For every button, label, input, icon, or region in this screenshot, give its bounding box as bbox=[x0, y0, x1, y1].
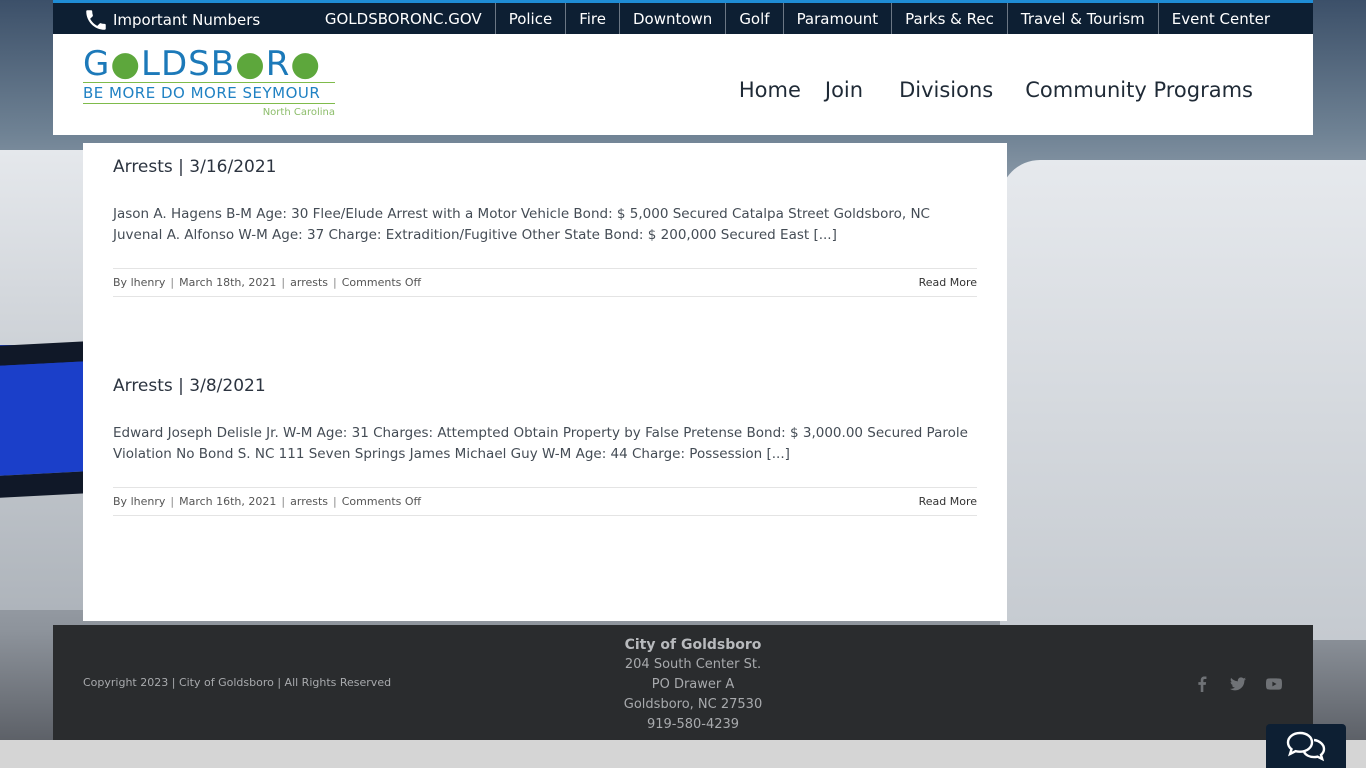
meta-category[interactable]: arrests bbox=[290, 495, 328, 508]
nav-community-programs[interactable]: Community Programs bbox=[1005, 76, 1253, 104]
background-car-door bbox=[1000, 160, 1366, 640]
post-title[interactable]: Arrests | 3/16/2021 bbox=[113, 155, 977, 179]
footer-address: City of Goldsboro 204 South Center St. P… bbox=[53, 635, 1333, 735]
meta-separator: | bbox=[170, 495, 175, 508]
youtube-icon[interactable] bbox=[1265, 675, 1283, 693]
posts-panel: Arrests | 3/16/2021 Jason A. Hagens B-M … bbox=[83, 143, 1007, 621]
meta-by: By bbox=[113, 495, 128, 508]
meta-separator: | bbox=[281, 276, 286, 289]
footer-address-line: Goldsboro, NC 27530 bbox=[623, 697, 763, 712]
meta-author[interactable]: lhenry bbox=[131, 276, 166, 289]
read-more-link[interactable]: Read More bbox=[919, 495, 977, 508]
read-more-link[interactable]: Read More bbox=[919, 276, 977, 289]
logo-state: North Carolina bbox=[262, 107, 335, 118]
meta-comments: Comments Off bbox=[341, 495, 422, 508]
facebook-icon[interactable] bbox=[1193, 675, 1211, 693]
nav-divisions[interactable]: Divisions bbox=[875, 76, 1005, 104]
footer-phone: 919-580-4239 bbox=[646, 717, 740, 732]
link-downtown[interactable]: Downtown bbox=[618, 3, 725, 34]
meta-separator: | bbox=[333, 276, 337, 289]
main-nav: Home Join Divisions Community Programs bbox=[727, 76, 1253, 104]
logo-wordmark: G●LDSB●R● bbox=[83, 44, 322, 84]
meta-category[interactable]: arrests bbox=[290, 276, 328, 289]
link-police[interactable]: Police bbox=[494, 3, 566, 34]
post-excerpt: Edward Joseph Delisle Jr. W-M Age: 31 Ch… bbox=[113, 425, 968, 462]
footer-address-line: 204 South Center St. bbox=[624, 657, 762, 672]
meta-separator: | bbox=[281, 495, 286, 508]
social-links bbox=[1193, 675, 1283, 693]
meta-date: March 16th, 2021 bbox=[179, 495, 277, 508]
chat-icon bbox=[1286, 731, 1326, 762]
site-footer: Copyright 2023 | City of Goldsboro | All… bbox=[53, 625, 1313, 740]
site-logo[interactable]: G●LDSB●R● BE MORE DO MORE SEYMOUR North … bbox=[83, 46, 335, 122]
post-item: Arrests | 3/8/2021 Edward Joseph Delisle… bbox=[113, 374, 977, 516]
link-fire[interactable]: Fire bbox=[565, 3, 619, 34]
post-item: Arrests | 3/16/2021 Jason A. Hagens B-M … bbox=[113, 155, 977, 297]
site-header: G●LDSB●R● BE MORE DO MORE SEYMOUR North … bbox=[53, 34, 1313, 135]
logo-tagline: BE MORE DO MORE SEYMOUR bbox=[83, 82, 335, 104]
link-golf[interactable]: Golf bbox=[725, 3, 782, 34]
post-title[interactable]: Arrests | 3/8/2021 bbox=[113, 374, 977, 398]
chat-widget-button[interactable] bbox=[1266, 724, 1346, 768]
link-parks-rec[interactable]: Parks & Rec bbox=[891, 3, 1007, 34]
link-travel-tourism[interactable]: Travel & Tourism bbox=[1006, 3, 1158, 34]
phone-icon bbox=[86, 10, 106, 30]
top-bar: Important Numbers GOLDSBORONC.GOV Police… bbox=[53, 0, 1313, 34]
link-paramount[interactable]: Paramount bbox=[782, 3, 892, 34]
nav-join[interactable]: Join bbox=[813, 76, 875, 104]
important-numbers-link[interactable]: Important Numbers bbox=[83, 6, 260, 34]
important-numbers-label: Important Numbers bbox=[113, 11, 261, 29]
link-goldsboronc-gov[interactable]: GOLDSBORONC.GOV bbox=[312, 3, 495, 34]
post-meta: By lhenry | March 16th, 2021 | arrests |… bbox=[113, 487, 977, 516]
utility-links: GOLDSBORONC.GOV Police Fire Downtown Gol… bbox=[312, 3, 1283, 34]
meta-author[interactable]: lhenry bbox=[131, 495, 166, 508]
footer-city: City of Goldsboro bbox=[624, 637, 762, 653]
footer-address-line: PO Drawer A bbox=[651, 677, 735, 692]
meta-by: By bbox=[113, 276, 128, 289]
post-meta: By lhenry | March 18th, 2021 | arrests |… bbox=[113, 268, 977, 297]
twitter-icon[interactable] bbox=[1229, 675, 1247, 693]
meta-separator: | bbox=[170, 276, 175, 289]
meta-separator: | bbox=[333, 495, 337, 508]
meta-comments: Comments Off bbox=[341, 276, 422, 289]
meta-date: March 18th, 2021 bbox=[179, 276, 277, 289]
link-event-center[interactable]: Event Center bbox=[1157, 3, 1283, 34]
post-excerpt: Jason A. Hagens B-M Age: 30 Flee/Elude A… bbox=[113, 206, 930, 243]
nav-home[interactable]: Home bbox=[727, 76, 813, 104]
